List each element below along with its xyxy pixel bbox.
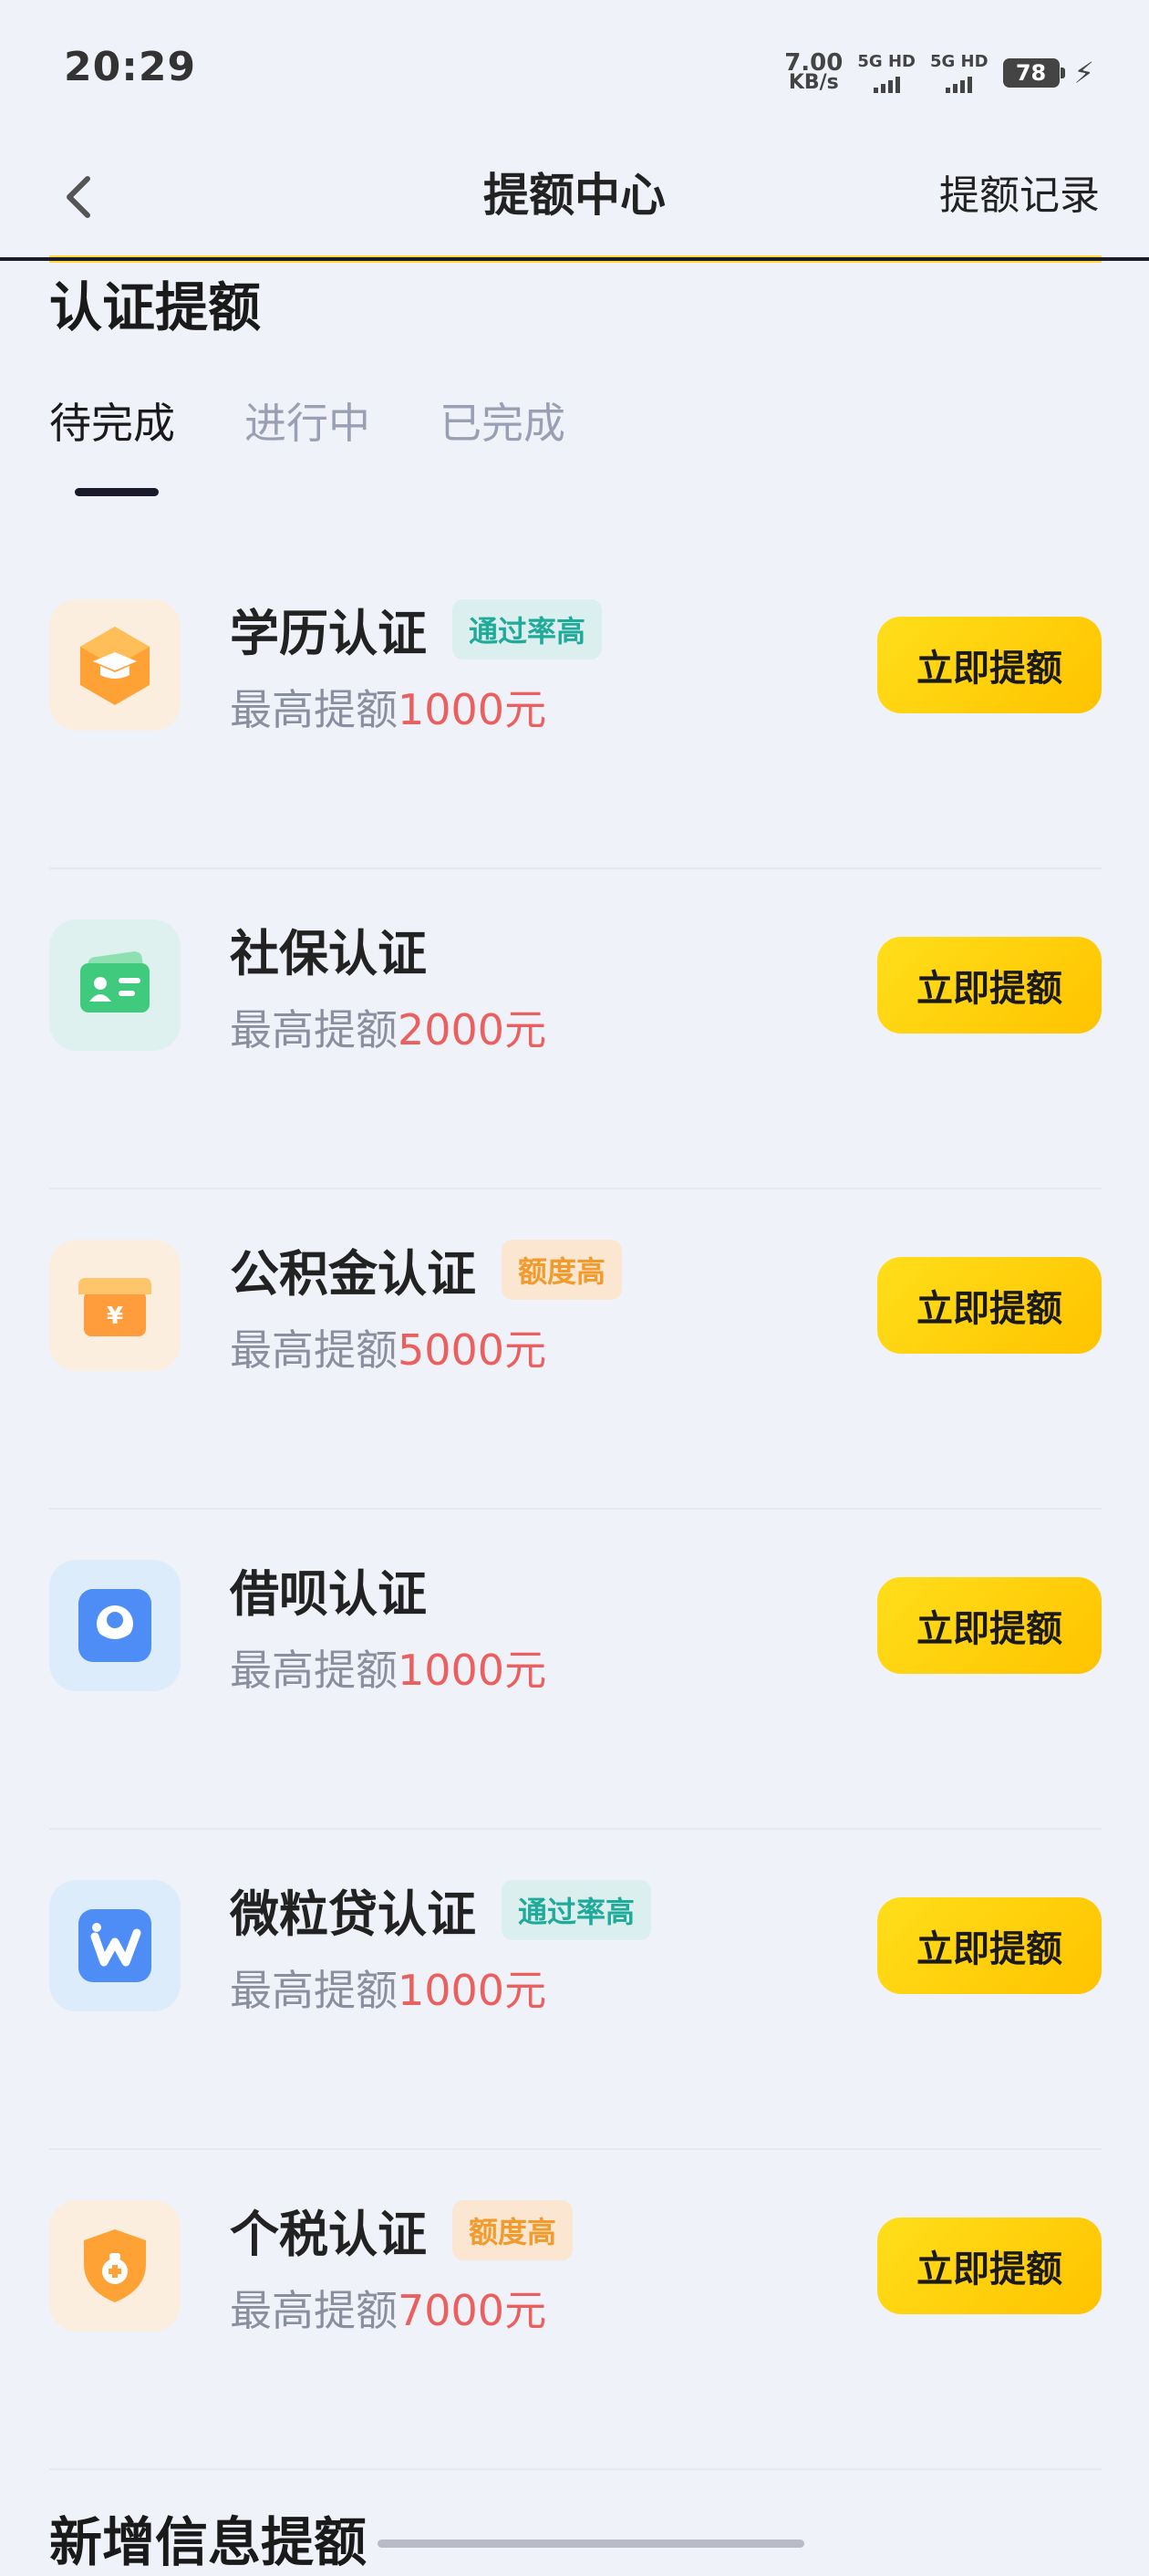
yuan-box-icon: ¥ bbox=[49, 1240, 181, 1371]
max-amount: 1000元 bbox=[398, 1966, 547, 2015]
badge-high-limit: 额度高 bbox=[452, 2199, 574, 2260]
item-description: 最高提额5000元 bbox=[230, 1325, 547, 1375]
max-amount: 1000元 bbox=[398, 1646, 547, 1695]
max-amount: 5000元 bbox=[398, 1325, 547, 1375]
status-bar: 20:29 7.00 KB/s 5G HD 5G HD 78 ⚡ bbox=[0, 0, 1149, 137]
item-description: 最高提额1000元 bbox=[230, 1646, 547, 1695]
record-link[interactable]: 提额记录 bbox=[939, 162, 1100, 221]
badge-high-limit: 额度高 bbox=[502, 1239, 623, 1300]
tax-shield-icon bbox=[49, 2200, 181, 2332]
item-name: 个税认证 bbox=[230, 2206, 427, 2263]
raise-limit-button[interactable]: 立即提额 bbox=[877, 1577, 1102, 1674]
battery-level: 78 bbox=[1015, 60, 1047, 86]
item-name: 借呗认证 bbox=[230, 1565, 427, 1623]
verification-list: 学历认证 通过率高 最高提额1000元 立即提额 社保认证 最高提额2000元 … bbox=[49, 549, 1102, 2470]
max-amount: 2000元 bbox=[398, 1005, 547, 1054]
item-name: 微粒贷认证 bbox=[230, 1885, 476, 1943]
section-title-new-info: 新增信息提额 bbox=[49, 2511, 367, 2573]
item-description: 最高提额7000元 bbox=[230, 2286, 547, 2335]
graduation-cap-icon bbox=[49, 599, 181, 731]
list-item: ¥ 公积金认证 额度高 最高提额5000元 立即提额 bbox=[49, 1189, 1102, 1510]
network-speed: 7.00 KB/s bbox=[784, 49, 844, 94]
item-name: 社保认证 bbox=[230, 925, 427, 982]
tab-bar: 待完成 进行中 已完成 bbox=[49, 390, 565, 496]
max-amount: 7000元 bbox=[398, 2286, 547, 2335]
raise-limit-button[interactable]: 立即提额 bbox=[877, 1257, 1102, 1354]
badge-high-pass-rate: 通过率高 bbox=[502, 1879, 652, 1940]
network-speed-value: 7.00 bbox=[784, 49, 844, 77]
signal-icon: 5G HD bbox=[857, 53, 916, 93]
header-divider bbox=[0, 257, 1149, 261]
raise-limit-button[interactable]: 立即提额 bbox=[877, 1897, 1102, 1994]
status-icons: 7.00 KB/s 5G HD 5G HD 78 ⚡ bbox=[784, 46, 1094, 100]
raise-limit-button[interactable]: 立即提额 bbox=[877, 2218, 1102, 2314]
max-amount: 1000元 bbox=[398, 685, 547, 734]
list-item: 微粒贷认证 通过率高 最高提额1000元 立即提额 bbox=[49, 1830, 1102, 2150]
home-indicator[interactable] bbox=[378, 2540, 804, 2548]
item-description: 最高提额1000元 bbox=[230, 1966, 547, 2015]
weilidai-icon bbox=[49, 1880, 181, 2011]
id-card-icon bbox=[49, 919, 181, 1051]
raise-limit-button[interactable]: 立即提额 bbox=[877, 937, 1102, 1034]
tab-completed[interactable]: 已完成 bbox=[440, 390, 565, 451]
network-speed-unit: KB/s bbox=[788, 71, 839, 94]
item-description: 最高提额2000元 bbox=[230, 1005, 547, 1054]
list-item: 个税认证 额度高 最高提额7000元 立即提额 bbox=[49, 2150, 1102, 2470]
item-description: 最高提额1000元 bbox=[230, 685, 547, 734]
signal-icon: 5G HD bbox=[930, 53, 989, 93]
svg-text:¥: ¥ bbox=[107, 1303, 123, 1330]
raise-limit-button[interactable]: 立即提额 bbox=[877, 617, 1102, 713]
list-item: 借呗认证 最高提额1000元 立即提额 bbox=[49, 1510, 1102, 1830]
list-item: 社保认证 最高提额2000元 立即提额 bbox=[49, 869, 1102, 1189]
badge-high-pass-rate: 通过率高 bbox=[452, 598, 603, 660]
jiebei-icon bbox=[49, 1560, 181, 1691]
tab-in-progress[interactable]: 进行中 bbox=[244, 390, 370, 451]
item-name: 公积金认证 bbox=[230, 1245, 476, 1303]
battery-icon: 78 bbox=[1002, 58, 1065, 88]
tab-pending[interactable]: 待完成 bbox=[49, 390, 175, 496]
app-header: 提额中心 提额记录 bbox=[0, 137, 1149, 257]
item-name: 学历认证 bbox=[230, 605, 427, 662]
status-time: 20:29 bbox=[64, 44, 197, 90]
charging-icon: ⚡ bbox=[1073, 56, 1094, 90]
section-title: 认证提额 bbox=[49, 276, 262, 338]
list-item: 学历认证 通过率高 最高提额1000元 立即提额 bbox=[49, 549, 1102, 869]
